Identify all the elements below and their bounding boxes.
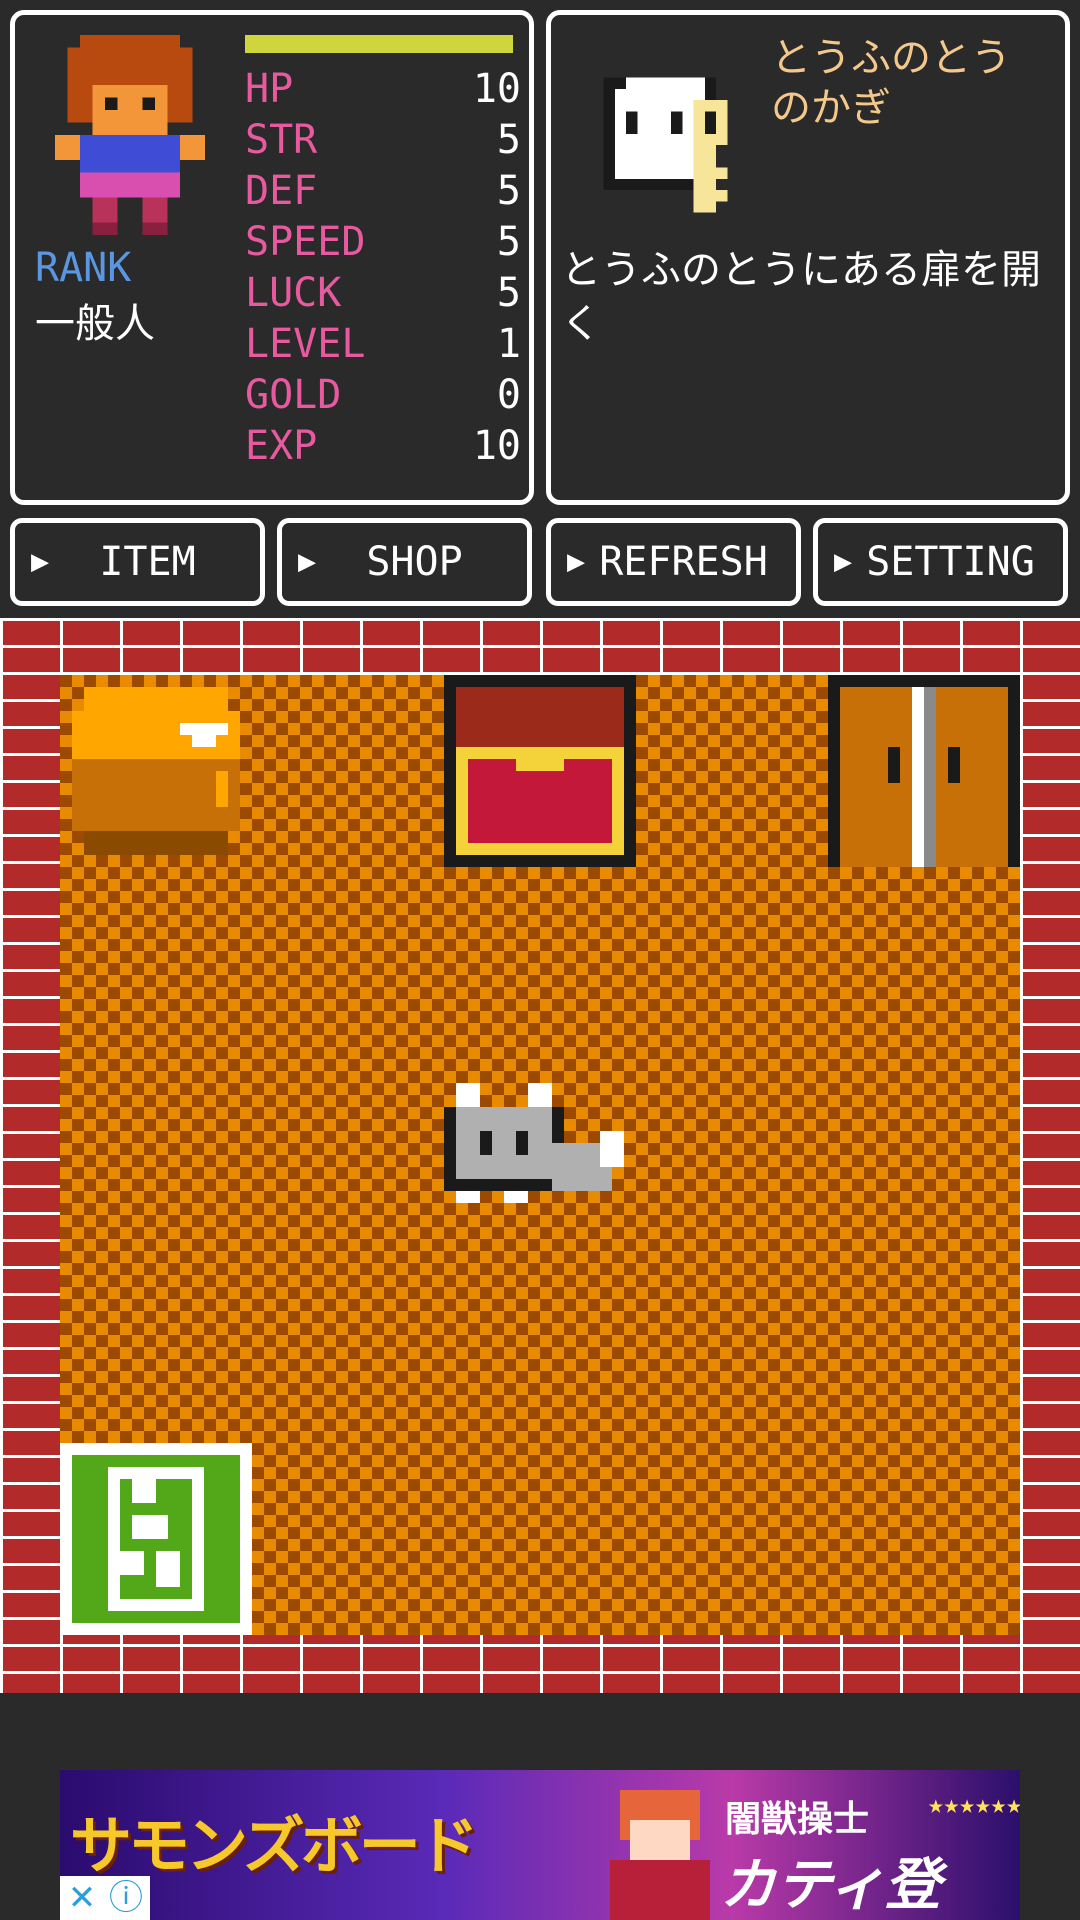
cat-player-sprite[interactable] xyxy=(444,1059,636,1251)
shop-button[interactable]: ▶ SHOP xyxy=(277,518,532,606)
tofu-key-icon xyxy=(581,55,761,235)
rank-label: RANK xyxy=(35,245,132,291)
stat-value: 0 xyxy=(496,372,521,418)
stat-row-luck: LUCK 5 xyxy=(245,271,521,315)
item-button[interactable]: ▶ ITEM xyxy=(10,518,265,606)
refresh-button[interactable]: ▶ REFRESH xyxy=(546,518,801,606)
stat-value: 5 xyxy=(496,168,521,214)
stat-value: 5 xyxy=(496,219,521,265)
stat-label: HP xyxy=(245,66,294,112)
item-button-label: ITEM xyxy=(99,539,196,585)
item-description: とうふのとうにある扉を開く xyxy=(561,247,1041,347)
stat-label: EXP xyxy=(245,423,318,469)
ad-subtitle: カティ登場!! xyxy=(720,1853,941,1918)
stat-row-gold: GOLD 0 xyxy=(245,373,521,417)
player-avatar xyxy=(55,35,205,235)
treasure-chest-icon[interactable] xyxy=(444,675,636,867)
shop-button-label: SHOP xyxy=(366,539,463,585)
ad-character-image xyxy=(600,1790,720,1920)
ad-controls: ✕ ⓘ xyxy=(60,1876,150,1920)
stat-value: 10 xyxy=(472,66,521,112)
stat-label: DEF xyxy=(245,168,318,214)
status-panel: HP 10 STR 5 DEF 5 SPEED 5 LUCK 5 LEVEL 1… xyxy=(10,10,534,505)
ad-banner[interactable]: サモンズボード 闇獣操士 ★★★★★★★ カティ登場!! xyxy=(60,1770,1020,1920)
floor[interactable] xyxy=(60,675,1020,1635)
stat-label: LEVEL xyxy=(245,321,366,367)
rank-value: 一般人 xyxy=(35,301,155,347)
ad-title: 闇獣操士 xyxy=(725,1799,870,1840)
stat-row-str: STR 5 xyxy=(245,118,521,162)
exit-sign-icon[interactable] xyxy=(60,1443,252,1635)
hp-bar xyxy=(245,35,513,53)
item-name: とうふのとうのかぎ xyxy=(771,35,1011,131)
stat-row-exp: EXP 10 xyxy=(245,424,521,468)
stat-label: STR xyxy=(245,117,318,163)
stat-row-level: LEVEL 1 xyxy=(245,322,521,366)
stat-row-hp: HP 10 xyxy=(245,67,521,111)
stat-value: 10 xyxy=(472,423,521,469)
game-field xyxy=(0,618,1080,1693)
stat-label: GOLD xyxy=(245,372,342,418)
ad-logo: サモンズボード xyxy=(70,1809,479,1882)
setting-button[interactable]: ▶ SETTING xyxy=(813,518,1068,606)
stat-value: 5 xyxy=(496,270,521,316)
refresh-button-label: REFRESH xyxy=(599,539,768,585)
item-info-panel: とうふのとうのかぎ とうふのとうにある扉を開く xyxy=(546,10,1070,505)
stat-value: 5 xyxy=(496,117,521,163)
setting-button-label: SETTING xyxy=(866,539,1035,585)
stat-row-def: DEF 5 xyxy=(245,169,521,213)
stat-label: LUCK xyxy=(245,270,342,316)
door-icon[interactable] xyxy=(828,675,1020,867)
info-icon[interactable]: ⓘ xyxy=(104,1876,148,1920)
stat-row-speed: SPEED 5 xyxy=(245,220,521,264)
stat-value: 1 xyxy=(496,321,521,367)
stat-label: SPEED xyxy=(245,219,366,265)
close-icon[interactable]: ✕ xyxy=(60,1876,104,1920)
ad-stars: ★★★★★★★ xyxy=(928,1790,1020,1820)
pot-icon[interactable] xyxy=(60,675,252,867)
